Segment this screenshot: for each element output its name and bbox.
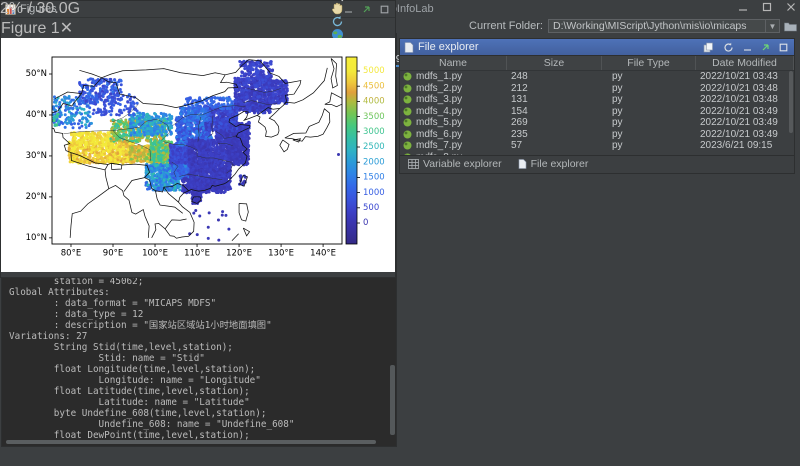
tab-variable-explorer[interactable]: Variable explorer xyxy=(400,156,510,173)
maximize-panel-icon[interactable] xyxy=(380,5,389,14)
file-explorer-titlebar: File explorer xyxy=(400,39,794,56)
file-table-scrollbar[interactable] xyxy=(789,71,793,133)
console-line: Stid: name = "Stid" xyxy=(9,353,396,364)
column-header-date-modified[interactable]: Date Modified xyxy=(696,56,794,70)
file-row-mdfs_2.py[interactable]: mdfs_2.py212py2022/10/21 03:48 xyxy=(400,83,794,95)
float-panel-icon[interactable] xyxy=(761,43,770,52)
console-vertical-scrollbar[interactable] xyxy=(390,365,395,435)
column-header-file-type[interactable]: File Type xyxy=(602,56,696,70)
explorer-tab-bar: Variable explorer File explorer xyxy=(400,155,794,172)
chevron-down-icon[interactable]: ▼ xyxy=(765,20,779,32)
console-line: Global Attributes: xyxy=(9,287,396,298)
pan-tool-icon[interactable] xyxy=(331,2,343,15)
rotate-tool-icon[interactable] xyxy=(331,15,344,28)
console-line: Longitude: name = "Longitude" xyxy=(9,375,396,386)
python-file-icon xyxy=(403,153,412,155)
current-folder-value: D:\Working\MIScript\Jython\mis\io\micaps xyxy=(549,20,765,32)
maximize-button[interactable] xyxy=(762,2,772,12)
minimize-button[interactable] xyxy=(738,2,748,12)
file-row-mdfs_6.py[interactable]: mdfs_6.py235py2022/10/21 03:49 xyxy=(400,129,794,141)
file-row-mdfs_4.py[interactable]: mdfs_4.py154py2022/10/21 03:49 xyxy=(400,106,794,118)
python-file-icon xyxy=(403,141,412,150)
file-row-mdfs_3.py[interactable]: mdfs_3.py131py2022/10/21 03:48 xyxy=(400,94,794,106)
figure-canvas[interactable] xyxy=(1,38,395,272)
console-line: : description = "国家站区域站1小时地面填图" xyxy=(9,320,396,331)
console-line: : data_type = 12 xyxy=(9,309,396,320)
console-line: Variations: 27 xyxy=(9,331,396,342)
python-file-icon xyxy=(403,130,412,139)
refresh-icon[interactable] xyxy=(723,42,734,53)
figures-panel: Figures Figure 1✕ xyxy=(0,0,396,278)
console-line: String Stid(time,level,station); xyxy=(9,342,396,353)
file-row-mdfs_7.py[interactable]: mdfs_7.py57py2023/6/21 09:15 xyxy=(400,140,794,152)
current-folder-combobox[interactable]: D:\Working\MIScript\Jython\mis\io\micaps… xyxy=(548,19,780,33)
console-horizontal-scrollbar[interactable] xyxy=(6,440,376,444)
python-file-icon xyxy=(403,95,412,104)
tab-label: Figure 1 xyxy=(1,20,60,37)
console-line: Latitude: name = "Latitude" xyxy=(9,397,396,408)
file-row-mdfs_8.py[interactable]: mdfs_8.py xyxy=(400,152,794,156)
console-line: Undefine_608: name = "Undefine_608" xyxy=(9,419,396,430)
file-row-mdfs_1.py[interactable]: mdfs_1.py248py2022/10/21 03:43 xyxy=(400,71,794,83)
close-button[interactable] xyxy=(786,2,796,12)
copy-path-icon[interactable] xyxy=(703,42,714,53)
close-icon[interactable]: ✕ xyxy=(60,20,73,37)
minimize-panel-icon[interactable] xyxy=(344,5,353,14)
file-table-rows: mdfs_1.py248py2022/10/21 03:43mdfs_2.py2… xyxy=(400,71,794,155)
maximize-panel-icon[interactable] xyxy=(779,43,788,52)
file-row-mdfs_5.py[interactable]: mdfs_5.py269py2022/10/21 03:49 xyxy=(400,117,794,129)
memory-usage-text: 2% / 30.0G xyxy=(0,0,80,17)
python-file-icon xyxy=(403,84,412,93)
browse-folder-button[interactable] xyxy=(784,21,797,32)
column-header-size[interactable]: Size xyxy=(507,56,602,70)
file-table-header[interactable]: NameSizeFile TypeDate Modified xyxy=(400,56,794,71)
minimize-panel-icon[interactable] xyxy=(743,43,752,52)
file-explorer-title: File explorer xyxy=(418,41,703,53)
console-line: byte Undefine_608(time,level,station); xyxy=(9,408,396,419)
status-bar: 2% / 30.0G xyxy=(0,0,80,18)
tab-file-explorer[interactable]: File explorer xyxy=(510,156,597,173)
console-line: float Longitude(time,level,station); xyxy=(9,364,396,375)
python-file-icon xyxy=(403,118,412,127)
file-explorer-panel: File explorer NameSizeFile TypeDate Modi… xyxy=(399,38,795,174)
tab-label: File explorer xyxy=(531,158,589,170)
figure-area xyxy=(1,38,395,277)
tab-label: Variable explorer xyxy=(423,158,502,170)
console-line: float Latitude(time,level,station); xyxy=(9,386,396,397)
memory-usage-cell: 2% / 30.0G xyxy=(0,0,80,18)
file-icon xyxy=(518,159,527,169)
console-line: : data_format = "MICAPS MDFS" xyxy=(9,298,396,309)
grid-icon xyxy=(408,159,419,169)
file-icon xyxy=(404,42,414,53)
float-panel-icon[interactable] xyxy=(362,5,371,14)
python-file-icon xyxy=(403,72,412,81)
python-file-icon xyxy=(403,107,412,116)
column-header-name[interactable]: Name xyxy=(400,56,507,70)
current-folder-label: Current Folder: xyxy=(469,20,543,32)
